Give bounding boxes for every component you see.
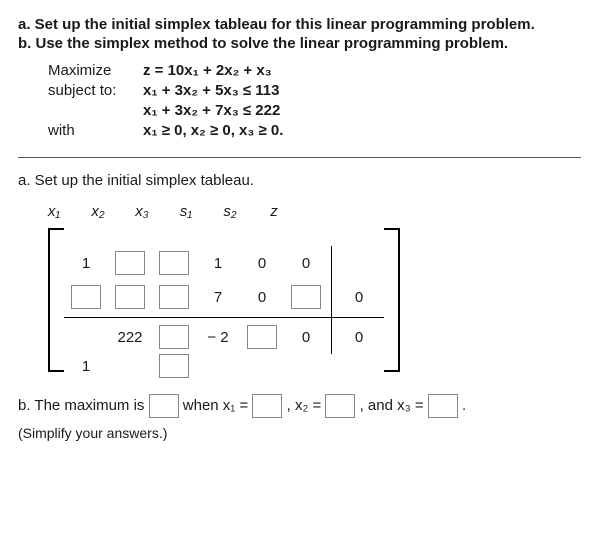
- prompt-b: b. Use the simplex method to solve the l…: [18, 35, 581, 52]
- hdr-s2: s₂: [223, 203, 236, 220]
- constraint-1: x₁ + 3x₂ + 5x₃ ≤ 113: [143, 82, 279, 99]
- subject-to-label: subject to:: [48, 82, 143, 99]
- r2-z: 0: [355, 289, 363, 306]
- simplify-note: (Simplify your answers.): [18, 425, 581, 441]
- r3-s1: 0: [302, 329, 310, 346]
- r1-s1: 1: [214, 255, 222, 272]
- r3-x1-input[interactable]: [159, 325, 189, 349]
- prompt-a: a. Set up the initial simplex tableau fo…: [18, 16, 581, 33]
- partb-prefix: b. The maximum is: [18, 397, 149, 414]
- partb-mid2: , x₂ =: [287, 397, 326, 414]
- r2-x3: 7: [214, 289, 222, 306]
- tableau-vrule: [331, 246, 332, 354]
- partb-mid3: , and x₃ =: [360, 397, 428, 414]
- section-divider: [18, 157, 581, 158]
- partb-suffix: .: [462, 397, 466, 414]
- bracket-right: [384, 228, 400, 372]
- hdr-x3: x₃: [135, 203, 148, 220]
- r3-x3-input[interactable]: [247, 325, 277, 349]
- tableau-headers: x₁ x₂ x₃ s₁ s₂ z: [32, 203, 581, 220]
- r2-s2-input[interactable]: [291, 285, 321, 309]
- bracket-left: [48, 228, 64, 372]
- hdr-s1: s₁: [180, 203, 192, 220]
- r1-x1: 1: [82, 255, 90, 272]
- lp-formulation: Maximize z = 10x₁ + 2x₂ + x₃ subject to:…: [48, 62, 581, 139]
- r2-x2-input[interactable]: [159, 285, 189, 309]
- objective-function: z = 10x₁ + 2x₂ + x₃: [143, 62, 272, 79]
- x1-value-input[interactable]: [252, 394, 282, 418]
- r3-s2: 0: [355, 329, 363, 346]
- tableau-hrule: [64, 317, 384, 318]
- r1-s2: 0: [258, 255, 266, 272]
- with-label: with: [48, 122, 143, 139]
- r2-s1: 0: [258, 289, 266, 306]
- simplex-tableau: 1 1 0 0 7 0 0 222 − 2 0 0 1: [48, 222, 581, 378]
- r3-x2: − 2: [207, 329, 228, 346]
- r2-rhs: 222: [117, 329, 142, 346]
- x2-value-input[interactable]: [325, 394, 355, 418]
- constraint-2: x₁ + 3x₂ + 7x₃ ≤ 222: [143, 102, 280, 119]
- r1-z: 0: [302, 255, 310, 272]
- part-a-label: a. Set up the initial simplex tableau.: [18, 172, 581, 189]
- partb-mid1: when x₁ =: [183, 397, 253, 414]
- maximize-label: Maximize: [48, 62, 143, 79]
- x3-value-input[interactable]: [428, 394, 458, 418]
- part-b-line: b. The maximum is when x₁ = , x₂ = , and…: [18, 392, 581, 421]
- r3-rhs-input[interactable]: [159, 354, 189, 378]
- r2-x1-input[interactable]: [115, 285, 145, 309]
- r3-z: 1: [82, 358, 90, 375]
- nonnegativity: x₁ ≥ 0, x₂ ≥ 0, x₃ ≥ 0.: [143, 122, 283, 139]
- r1-rhs-input[interactable]: [71, 285, 101, 309]
- r1-x3-input[interactable]: [159, 251, 189, 275]
- hdr-x2: x₂: [91, 203, 104, 220]
- hdr-x1: x₁: [48, 203, 60, 220]
- max-value-input[interactable]: [149, 394, 179, 418]
- hdr-z: z: [270, 203, 278, 220]
- r1-x2-input[interactable]: [115, 251, 145, 275]
